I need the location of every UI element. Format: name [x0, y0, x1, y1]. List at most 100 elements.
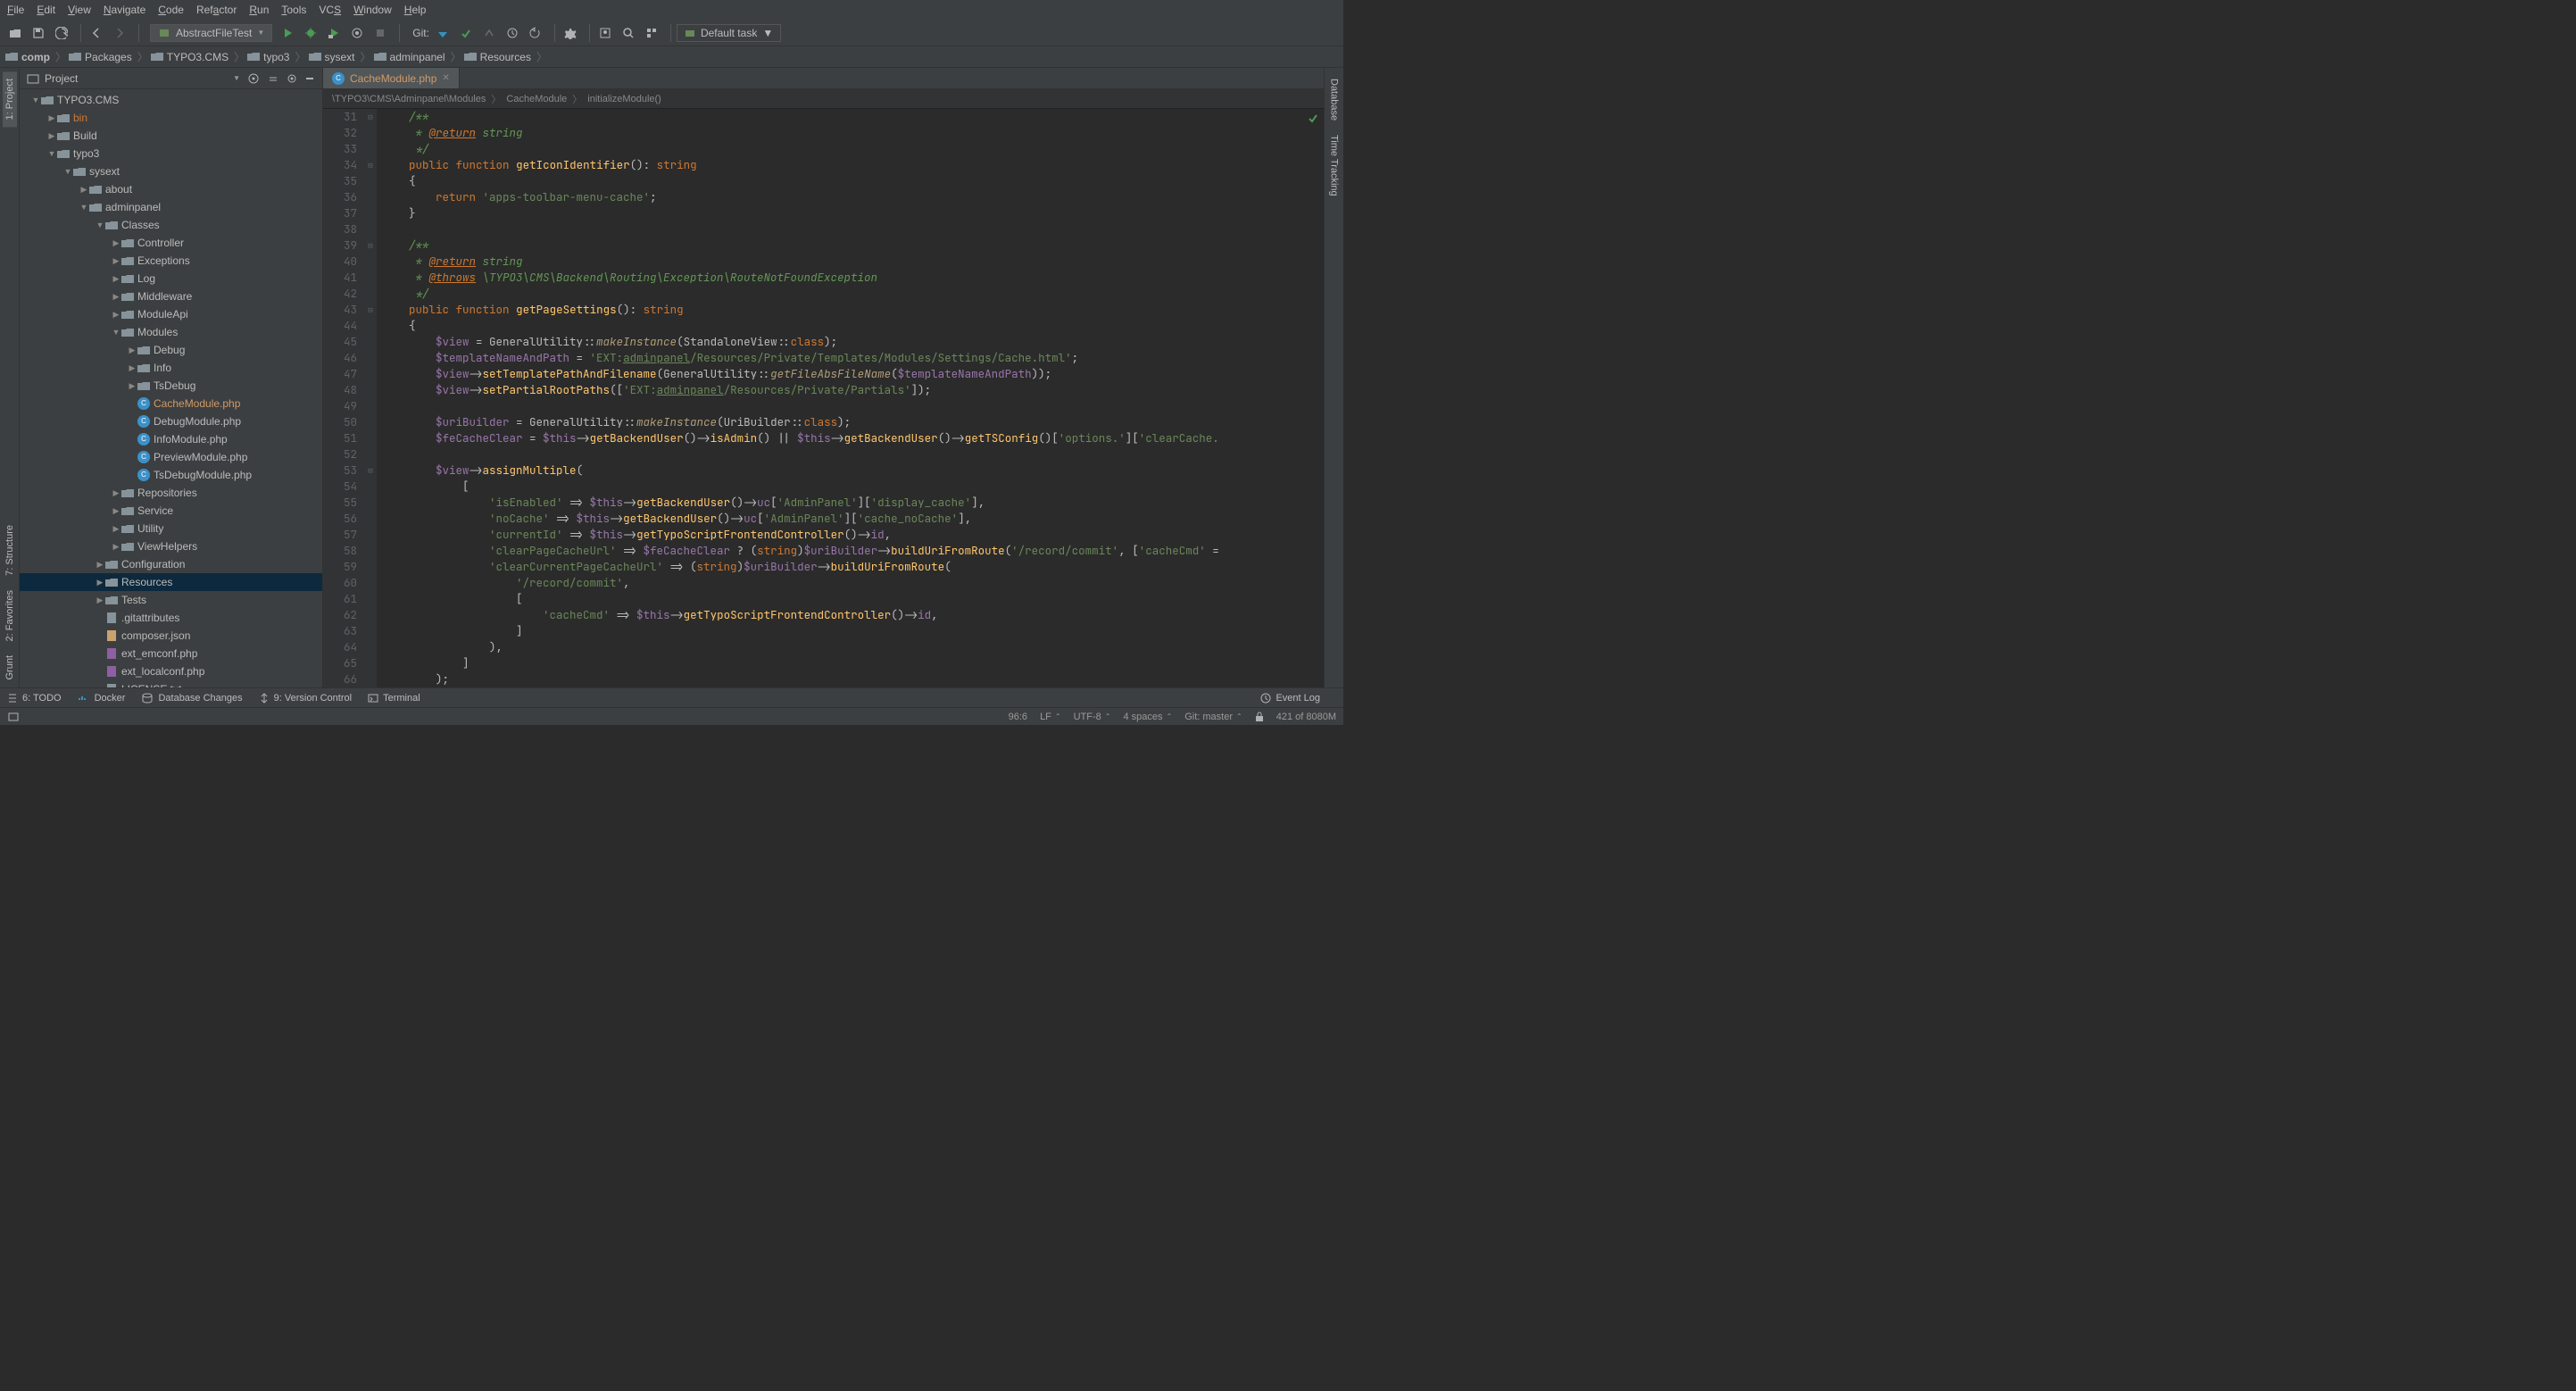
vcs-update-icon[interactable] [433, 23, 453, 43]
database-toolwindow-tab[interactable]: Database [1327, 71, 1342, 128]
gear-icon[interactable] [287, 73, 297, 84]
tree-folder[interactable]: ▶Resources [20, 573, 322, 591]
tree-file[interactable]: CDebugModule.php [20, 412, 322, 430]
menu-help[interactable]: Help [404, 4, 427, 16]
tree-folder[interactable]: ▶Middleware [20, 287, 322, 305]
tree-file[interactable]: CInfoModule.php [20, 430, 322, 448]
tree-folder[interactable]: ▶Configuration [20, 555, 322, 573]
tree-folder[interactable]: ▶Debug [20, 341, 322, 359]
breadcrumb-item[interactable]: Packages〉 [69, 49, 150, 64]
memory-indicator[interactable]: 421 of 8080M [1276, 712, 1336, 722]
read-only-toggle-icon[interactable] [1255, 712, 1264, 722]
vcs-commit-icon[interactable] [456, 23, 476, 43]
breadcrumb-item[interactable]: adminpanel〉 [374, 49, 463, 64]
menu-navigate[interactable]: Navigate [104, 4, 145, 16]
project-structure-icon[interactable] [642, 23, 661, 43]
collapse-all-icon[interactable] [267, 72, 279, 85]
vcs-history-icon[interactable] [479, 23, 499, 43]
open-icon[interactable] [5, 23, 25, 43]
bottom-tool-9-version-control[interactable]: 9: Version Control [259, 693, 352, 704]
menu-tools[interactable]: Tools [281, 4, 306, 16]
settings-icon[interactable] [561, 23, 580, 43]
breadcrumb-item[interactable]: typo3〉 [247, 49, 307, 64]
tree-file[interactable]: composer.json [20, 627, 322, 645]
tree-folder[interactable]: ▶ViewHelpers [20, 537, 322, 555]
menu-code[interactable]: Code [158, 4, 184, 16]
event-log-button[interactable]: Event Log [1260, 693, 1320, 704]
file-encoding[interactable]: UTF-8⌃ [1074, 712, 1111, 722]
menu-window[interactable]: Window [353, 4, 392, 16]
breadcrumb-item[interactable]: Resources〉 [464, 49, 549, 64]
inspection-indicator-icon[interactable] [1308, 112, 1318, 123]
menu-vcs[interactable]: VCS [319, 4, 341, 16]
tree-folder[interactable]: ▶Repositories [20, 484, 322, 502]
cursor-position[interactable]: 96:6 [1009, 712, 1027, 722]
tree-folder[interactable]: ▶bin [20, 109, 322, 127]
forward-icon[interactable] [110, 23, 129, 43]
editor-crumb[interactable]: \TYPO3\CMS\Adminpanel\Modules [332, 94, 486, 104]
close-icon[interactable]: ✕ [442, 73, 449, 83]
profile-icon[interactable] [347, 23, 367, 43]
tree-file[interactable]: CPreviewModule.php [20, 448, 322, 466]
tree-folder[interactable]: ▶Service [20, 502, 322, 520]
status-icon[interactable] [7, 711, 20, 723]
vcs-revert-icon[interactable] [526, 23, 545, 43]
editor-crumb[interactable]: CacheModule [506, 94, 567, 104]
timetracking-toolwindow-tab[interactable]: Time Tracking [1327, 128, 1342, 204]
tree-file[interactable]: LICENSE.txt [20, 680, 322, 687]
indent-settings[interactable]: 4 spaces⌃ [1123, 712, 1172, 722]
tree-folder[interactable]: ▶Controller [20, 234, 322, 252]
tree-folder[interactable]: ▼TYPO3.CMS [20, 91, 322, 109]
tree-folder[interactable]: ▶TsDebug [20, 377, 322, 395]
vcs-history2-icon[interactable] [503, 23, 522, 43]
tree-folder[interactable]: ▶Exceptions [20, 252, 322, 270]
tree-folder[interactable]: ▼Classes [20, 216, 322, 234]
stop-icon[interactable] [370, 23, 390, 43]
bottom-tool-6-todo[interactable]: 6: TODO [7, 693, 62, 704]
tree-file[interactable]: .gitattributes [20, 609, 322, 627]
tree-folder[interactable]: ▼Modules [20, 323, 322, 341]
tree-file[interactable]: CTsDebugModule.php [20, 466, 322, 484]
fold-gutter[interactable]: ⊟⊟⊟⊟⊟ [364, 109, 377, 687]
sync-icon[interactable] [52, 23, 71, 43]
menu-file[interactable]: File [7, 4, 24, 16]
structure-toolwindow-tab[interactable]: 7: Structure [3, 518, 17, 583]
search-icon[interactable] [619, 23, 638, 43]
menu-edit[interactable]: Edit [37, 4, 55, 16]
grunt-toolwindow-tab[interactable]: Grunt [3, 648, 17, 687]
line-ending[interactable]: LF⌃ [1040, 712, 1061, 722]
locate-icon[interactable] [247, 72, 260, 85]
back-icon[interactable] [87, 23, 106, 43]
tree-folder[interactable]: ▶ModuleApi [20, 305, 322, 323]
coverage-icon[interactable] [324, 23, 344, 43]
tree-folder[interactable]: ▼adminpanel [20, 198, 322, 216]
bottom-tool-terminal[interactable]: Terminal [368, 693, 420, 704]
breadcrumb-item[interactable]: comp〉 [5, 49, 68, 64]
tree-file[interactable]: ext_localconf.php [20, 662, 322, 680]
menu-run[interactable]: Run [249, 4, 269, 16]
tree-file[interactable]: CCacheModule.php [20, 395, 322, 412]
menu-refactor[interactable]: Refactor [196, 4, 237, 16]
project-tree[interactable]: ▼TYPO3.CMS▶bin▶Build▼typo3▼sysext▶about▼… [20, 89, 322, 687]
menu-view[interactable]: View [68, 4, 91, 16]
code-text[interactable]: /** * @return string */ public function … [377, 109, 1324, 687]
tree-folder[interactable]: ▶Log [20, 270, 322, 287]
tree-file[interactable]: ext_emconf.php [20, 645, 322, 662]
tree-folder[interactable]: ▶Utility [20, 520, 322, 537]
editor-tab[interactable]: C CacheModule.php ✕ [323, 68, 460, 88]
save-icon[interactable] [29, 23, 48, 43]
breadcrumb-item[interactable]: TYPO3.CMS〉 [151, 49, 246, 64]
tree-folder[interactable]: ▶Build [20, 127, 322, 145]
editor-crumb[interactable]: initializeModule() [587, 94, 661, 104]
git-branch[interactable]: Git: master⌃ [1184, 712, 1242, 722]
tree-folder[interactable]: ▶Tests [20, 591, 322, 609]
run-icon[interactable] [278, 23, 297, 43]
project-panel-title[interactable]: Project [45, 72, 230, 85]
tree-folder[interactable]: ▼typo3 [20, 145, 322, 162]
breadcrumb-item[interactable]: sysext〉 [309, 49, 373, 64]
hide-icon[interactable] [304, 73, 315, 84]
project-toolwindow-tab[interactable]: 1: Project [3, 71, 17, 127]
favorites-toolwindow-tab[interactable]: 2: Favorites [3, 583, 17, 648]
tree-folder[interactable]: ▶Info [20, 359, 322, 377]
bottom-tool-docker[interactable]: Docker [78, 693, 126, 704]
